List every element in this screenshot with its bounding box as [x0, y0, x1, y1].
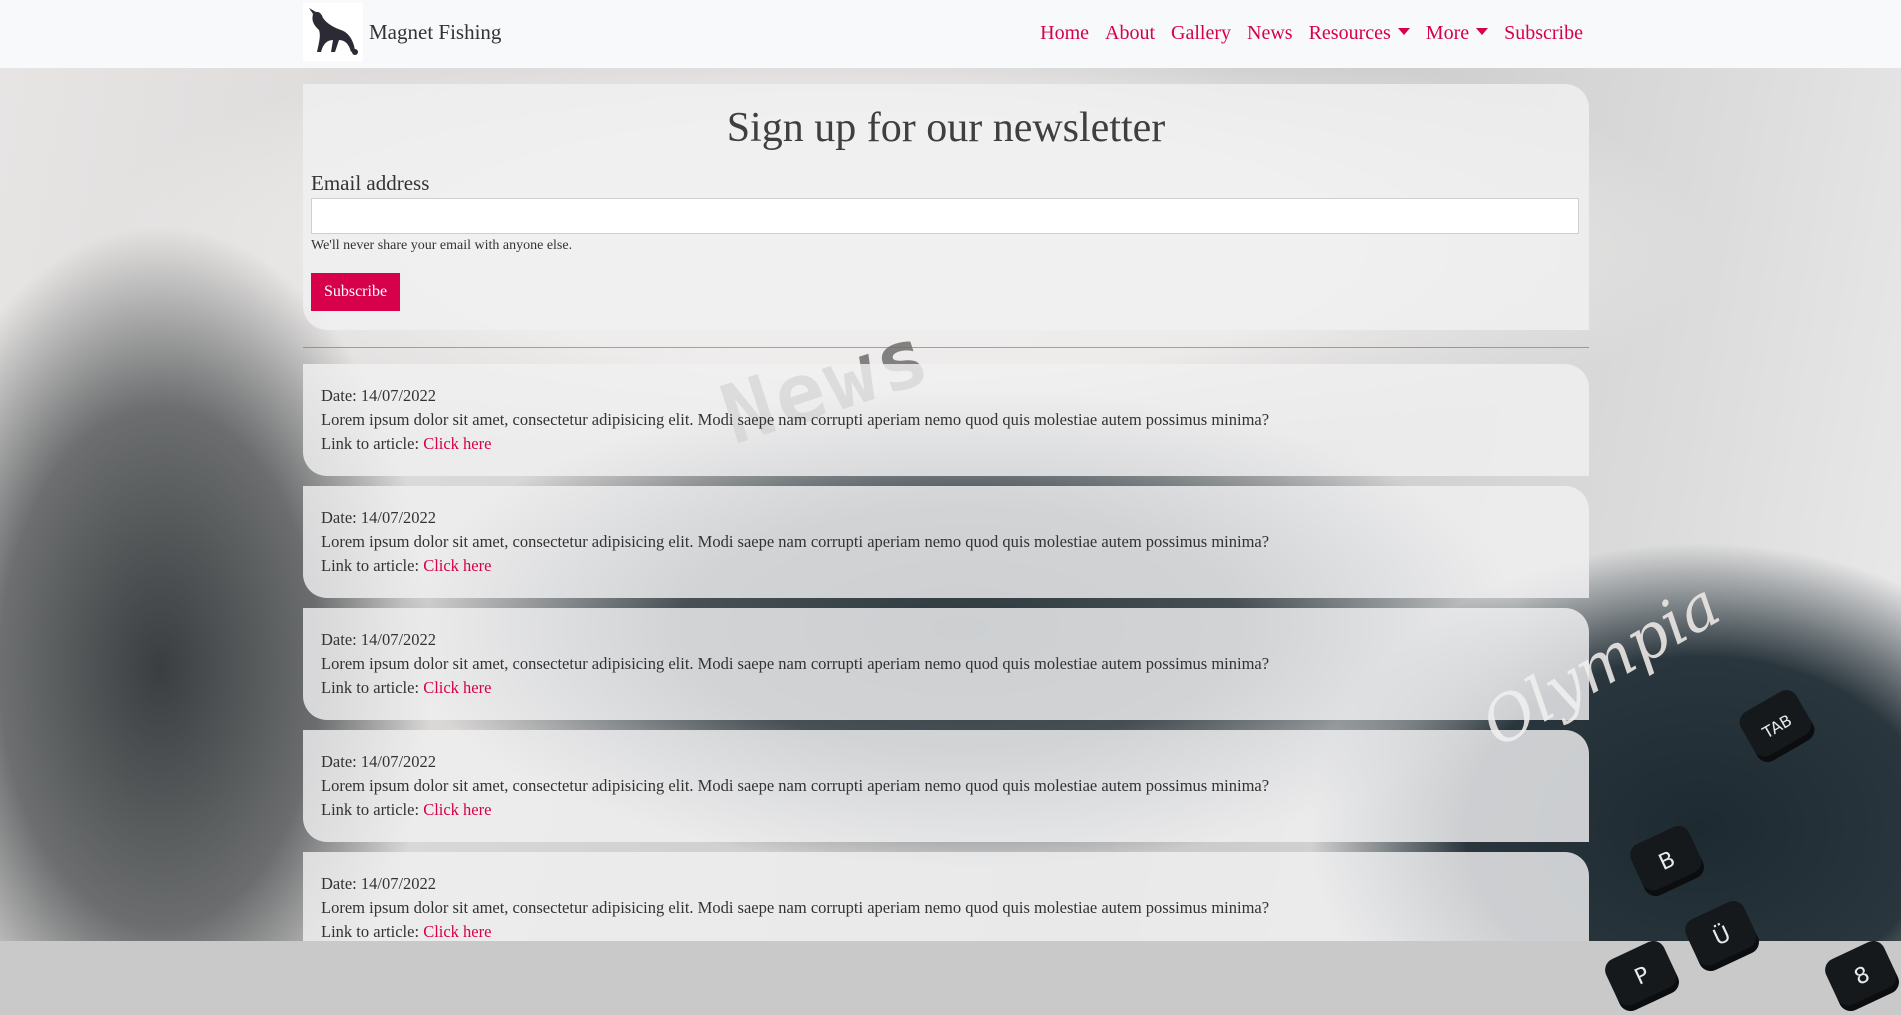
article-link[interactable]: Click here: [423, 922, 491, 941]
article-link[interactable]: Click here: [423, 678, 491, 697]
nav-link-news[interactable]: News: [1239, 22, 1301, 45]
article-link-line: Link to article: Click here: [321, 922, 491, 942]
brand-name: Magnet Fishing: [369, 19, 502, 44]
article-body: Lorem ipsum dolor sit amet, consectetur …: [321, 654, 1270, 673]
article-body: Lorem ipsum dolor sit amet, consectetur …: [321, 532, 1270, 551]
news-article-card: Date: 14/07/2022 Lorem ipsum dolor sit a…: [303, 730, 1589, 842]
nav-link-gallery[interactable]: Gallery: [1163, 22, 1239, 45]
brand-logo-icon: [303, 3, 363, 61]
nav-dropdown-resources-label: Resources: [1308, 21, 1391, 44]
article-link-prefix: Link to article:: [321, 556, 424, 575]
news-article-card: Date: 14/07/2022 Lorem ipsum dolor sit a…: [303, 486, 1589, 598]
article-link-prefix: Link to article:: [321, 678, 424, 697]
news-article-card: Date: 14/07/2022 Lorem ipsum dolor sit a…: [303, 852, 1589, 941]
news-article-card: Date: 14/07/2022 Lorem ipsum dolor sit a…: [303, 364, 1589, 476]
article-link-line: Link to article: Click here: [321, 678, 491, 698]
article-body: Lorem ipsum dolor sit amet, consectetur …: [321, 898, 1270, 917]
main-nav: Home About Gallery News Resources More S…: [1032, 0, 1591, 66]
email-help-text: We'll never share your email with anyone…: [311, 238, 573, 253]
nav-dropdown-resources[interactable]: Resources: [1301, 22, 1418, 45]
nav-link-about[interactable]: About: [1097, 22, 1163, 45]
article-body: Lorem ipsum dolor sit amet, consectetur …: [321, 776, 1270, 795]
background-key: B: [1626, 822, 1708, 900]
subscribe-button[interactable]: Subscribe: [311, 273, 400, 311]
top-navbar: Magnet Fishing Home About Gallery News R…: [0, 0, 1901, 68]
newsletter-heading: Sign up for our newsletter: [726, 105, 1166, 151]
article-date: Date: 14/07/2022: [321, 508, 437, 527]
background-key-tab: TAB: [1735, 685, 1819, 767]
article-link-line: Link to article: Click here: [321, 434, 491, 454]
article-date: Date: 14/07/2022: [321, 630, 437, 649]
article-link-prefix: Link to article:: [321, 434, 424, 453]
background-key: Ü: [1681, 897, 1763, 975]
email-field[interactable]: [311, 198, 1579, 234]
article-date: Date: 14/07/2022: [321, 386, 437, 405]
caret-down-icon: [1397, 27, 1410, 35]
brand-link[interactable]: Magnet Fishing: [303, 3, 501, 61]
article-link[interactable]: Click here: [423, 556, 491, 575]
nav-link-subscribe[interactable]: Subscribe: [1496, 22, 1591, 45]
article-link[interactable]: Click here: [423, 434, 491, 453]
news-article-card: Date: 14/07/2022 Lorem ipsum dolor sit a…: [303, 608, 1589, 720]
nav-dropdown-more[interactable]: More: [1418, 22, 1496, 45]
article-body: Lorem ipsum dolor sit amet, consectetur …: [321, 410, 1270, 429]
article-date: Date: 14/07/2022: [321, 752, 437, 771]
background-key: P: [1601, 937, 1683, 1015]
nav-dropdown-more-label: More: [1425, 21, 1470, 44]
caret-down-icon: [1476, 27, 1489, 35]
section-divider: [303, 347, 1589, 348]
newsletter-signup-panel: Sign up for our newsletter Email address…: [303, 84, 1589, 330]
email-label: Email address: [311, 171, 430, 195]
article-link-prefix: Link to article:: [321, 800, 424, 819]
article-link-line: Link to article: Click here: [321, 556, 491, 576]
nav-link-home[interactable]: Home: [1032, 22, 1097, 45]
article-link[interactable]: Click here: [423, 800, 491, 819]
background-key: 8: [1821, 937, 1901, 1015]
article-link-prefix: Link to article:: [321, 922, 424, 941]
article-link-line: Link to article: Click here: [321, 800, 491, 820]
article-date: Date: 14/07/2022: [321, 874, 437, 893]
